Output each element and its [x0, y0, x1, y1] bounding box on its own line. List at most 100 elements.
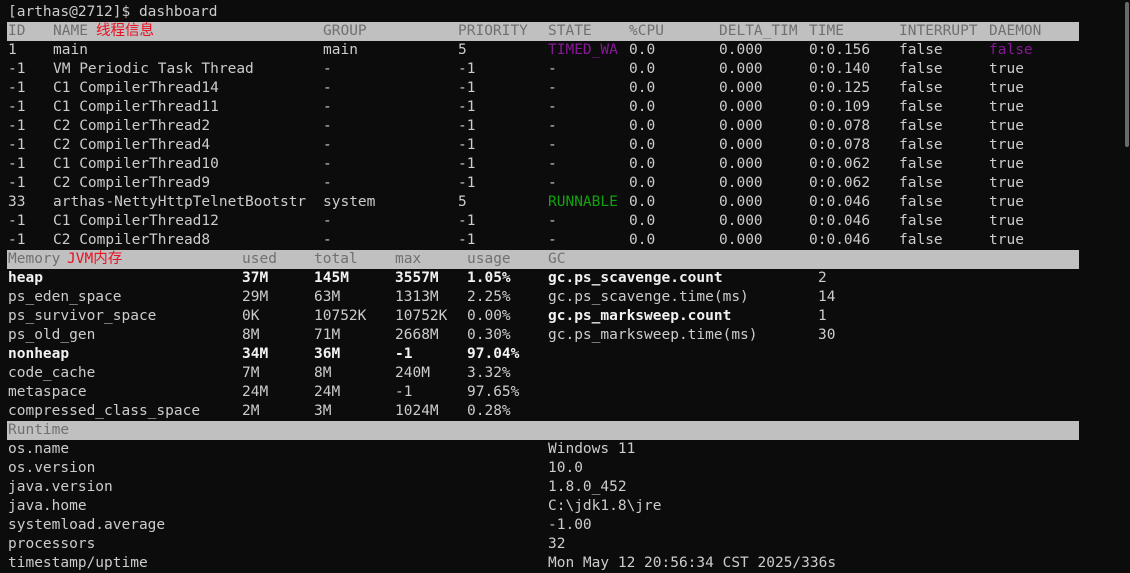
thread-daemon: true [989, 175, 1024, 191]
memory-row: compressed_class_space 2M 3M 1024M 0.28% [0, 402, 1120, 421]
command-prompt: [arthas@2712]$ dashboard [8, 4, 218, 20]
thread-priority: 5 [458, 42, 467, 58]
thread-row: -1 C1 CompilerThread14 - -1 - 0.0 0.000 0:0.125… [0, 79, 1120, 98]
runtime-key: os.name [8, 441, 70, 457]
thread-interrupt: false [899, 175, 943, 191]
thread-group: - [323, 232, 332, 248]
col-priority-header: PRIORITY [458, 23, 528, 39]
thread-name: arthas-NettyHttpTelnetBootstr [53, 194, 307, 210]
thread-time: 0:0.109 [809, 99, 871, 115]
thread-id: -1 [8, 118, 26, 134]
thread-state: TIMED_WA [548, 42, 618, 58]
col-daemon-header: DAEMON [989, 23, 1042, 39]
thread-priority: -1 [458, 156, 476, 172]
thread-id: 33 [8, 194, 26, 210]
scrollbar[interactable] [1124, 0, 1130, 571]
thread-cpu: 0.0 [629, 99, 656, 115]
memory-usage: 0.28% [467, 403, 511, 419]
thread-priority: -1 [458, 61, 476, 77]
memory-row: code_cache 7M 8M 240M 3.32% [0, 364, 1120, 383]
runtime-key: java.home [8, 498, 87, 514]
runtime-value: Windows 11 [548, 441, 636, 457]
memory-max: -1 [395, 346, 413, 362]
runtime-key: processors [8, 536, 96, 552]
memory-header-bar: Memory JVM内存 used total max usage GC [7, 250, 1079, 269]
runtime-key: os.version [8, 460, 96, 476]
runtime-row: processors 32 [0, 535, 1120, 554]
col-time-header: TIME [809, 23, 844, 39]
thread-cpu: 0.0 [629, 156, 656, 172]
thread-delta-time: 0.000 [719, 118, 763, 134]
thread-id: -1 [8, 80, 26, 96]
thread-interrupt: false [899, 232, 943, 248]
thread-name: VM Periodic Task Thread [53, 61, 254, 77]
runtime-value: C:\jdk1.8\jre [548, 498, 662, 514]
runtime-header-bar: Runtime [7, 421, 1079, 440]
thread-daemon: true [989, 213, 1024, 229]
thread-delta-time: 0.000 [719, 42, 763, 58]
thread-daemon: true [989, 137, 1024, 153]
col-usage-header: usage [467, 251, 511, 267]
thread-interrupt: false [899, 156, 943, 172]
thread-daemon: true [989, 232, 1024, 248]
thread-priority: -1 [458, 99, 476, 115]
thread-cpu: 0.0 [629, 213, 656, 229]
thread-name: C1 CompilerThread10 [53, 156, 219, 172]
runtime-row: os.name Windows 11 [0, 440, 1120, 459]
thread-id: -1 [8, 213, 26, 229]
col-used-header: used [242, 251, 277, 267]
col-memory-header: Memory [8, 251, 61, 267]
thread-cpu: 0.0 [629, 118, 656, 134]
thread-group: - [323, 213, 332, 229]
runtime-value: -1.00 [548, 517, 592, 533]
thread-cpu: 0.0 [629, 232, 656, 248]
thread-daemon: true [989, 80, 1024, 96]
thread-row: -1 C1 CompilerThread11 - -1 - 0.0 0.000 0:0.109… [0, 98, 1120, 117]
runtime-value: 32 [548, 536, 566, 552]
thread-time: 0:0.125 [809, 80, 871, 96]
gc-name: gc.ps_marksweep.time(ms) [548, 327, 758, 343]
scrollbar-thumb[interactable] [1125, 2, 1129, 147]
thread-state: - [548, 232, 557, 248]
col-state-header: STATE [548, 23, 592, 39]
thread-daemon: false [989, 42, 1033, 58]
thread-id: -1 [8, 156, 26, 172]
thread-group: - [323, 99, 332, 115]
runtime-header: Runtime [8, 422, 70, 438]
thread-id: -1 [8, 137, 26, 153]
thread-time: 0:0.046 [809, 194, 871, 210]
memory-name: compressed_class_space [8, 403, 201, 419]
thread-id: -1 [8, 99, 26, 115]
thread-state: - [548, 213, 557, 229]
thread-annotation: 线程信息 [96, 23, 154, 39]
memory-usage: 97.04% [467, 346, 520, 362]
thread-name: C1 CompilerThread11 [53, 99, 219, 115]
thread-state: RUNNABLE [548, 194, 618, 210]
thread-time: 0:0.046 [809, 213, 871, 229]
col-interrupt-header: INTERRUPT [899, 23, 978, 39]
memory-total: 24M [314, 384, 341, 400]
col-gc-header: GC [548, 251, 566, 267]
gc-row: gc.ps_marksweep.count 1 [0, 307, 1120, 326]
thread-interrupt: false [899, 42, 943, 58]
thread-interrupt: false [899, 194, 943, 210]
thread-daemon: true [989, 61, 1024, 77]
col-group-header: GROUP [323, 23, 367, 39]
runtime-row: os.version 10.0 [0, 459, 1120, 478]
thread-delta-time: 0.000 [719, 213, 763, 229]
thread-name: C2 CompilerThread2 [53, 118, 211, 134]
thread-cpu: 0.0 [629, 80, 656, 96]
thread-priority: -1 [458, 232, 476, 248]
col-id-header: ID [8, 23, 26, 39]
thread-id: -1 [8, 232, 26, 248]
runtime-key: java.version [8, 479, 113, 495]
thread-cpu: 0.0 [629, 194, 656, 210]
col-max-header: max [395, 251, 422, 267]
runtime-value: Mon May 12 20:56:34 CST 2025/336s [548, 555, 837, 571]
thread-time: 0:0.140 [809, 61, 871, 77]
thread-header-bar: ID NAME 线程信息 GROUP PRIORITY STATE %CPU D… [7, 22, 1079, 41]
thread-group: - [323, 61, 332, 77]
thread-priority: -1 [458, 213, 476, 229]
thread-id: -1 [8, 175, 26, 191]
thread-time: 0:0.078 [809, 137, 871, 153]
